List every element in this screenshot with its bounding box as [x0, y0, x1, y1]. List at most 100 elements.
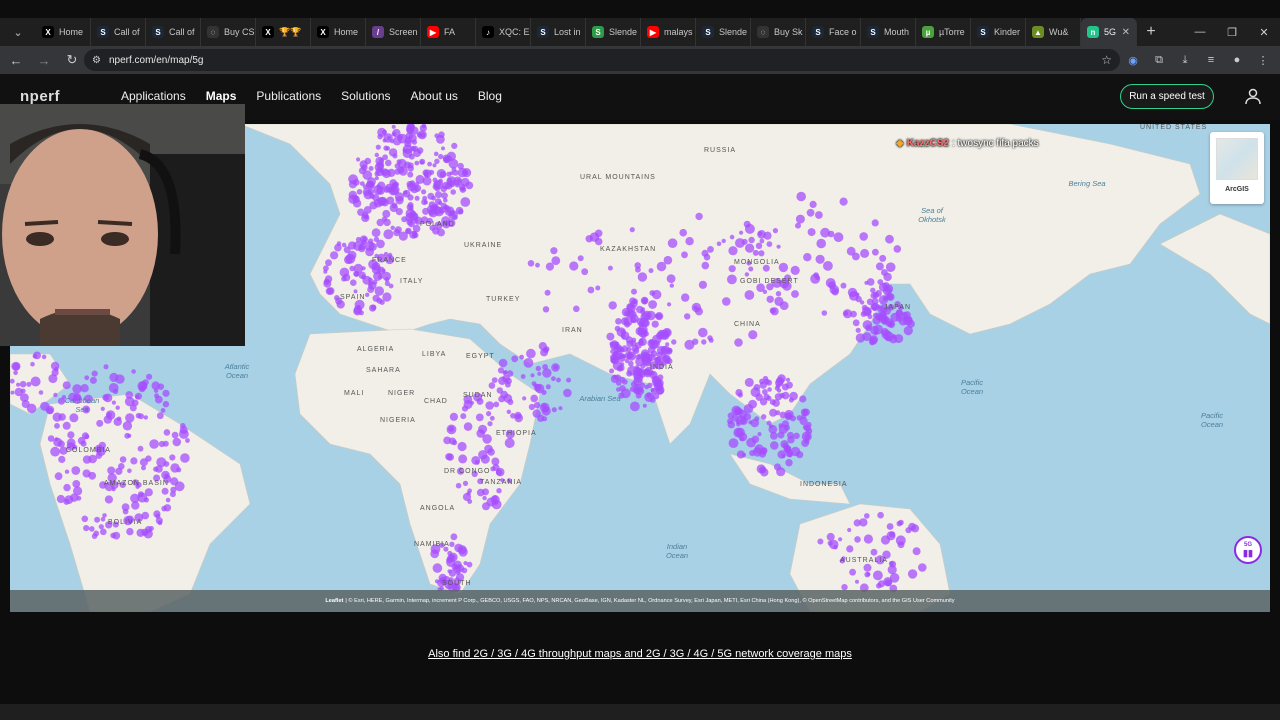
coverage-dot	[776, 388, 782, 393]
tab-search-button[interactable]: ⌄	[0, 18, 36, 46]
coverage-dot	[382, 271, 391, 281]
coverage-dot	[367, 177, 376, 186]
close-window-icon[interactable]: ✕	[1248, 18, 1280, 46]
coverage-dot	[727, 412, 735, 420]
coverage-dot	[893, 245, 902, 253]
nperf-logo[interactable]: nperf	[20, 88, 60, 105]
browser-tab[interactable]: ◌ Buy Sk	[751, 18, 806, 46]
coverage-maps-link[interactable]: Also find 2G / 3G / 4G throughput maps a…	[0, 648, 1280, 660]
leaflet-link[interactable]: Leaflet	[325, 598, 343, 604]
coverage-dot	[523, 358, 534, 368]
nav-about-us[interactable]: About us	[411, 89, 458, 103]
coverage-dot	[504, 438, 515, 448]
nav-applications[interactable]: Applications	[121, 89, 186, 103]
browser-tab[interactable]: ▲ Wu&	[1026, 18, 1081, 46]
stream-chat-overlay: ◆ KazzCS2 : twosync fifa packs	[896, 138, 1039, 149]
profile-icon[interactable]: ●	[1226, 48, 1248, 72]
media-icon[interactable]: ≡	[1200, 48, 1222, 72]
browser-tab[interactable]: ◌ Buy CS	[201, 18, 256, 46]
minimize-icon[interactable]: —	[1184, 18, 1216, 46]
coverage-dot	[484, 444, 493, 454]
browser-tab[interactable]: X Home	[36, 18, 91, 46]
nav-maps[interactable]: Maps	[206, 89, 237, 103]
forward-icon[interactable]: →	[32, 48, 56, 72]
coverage-dot	[799, 395, 807, 403]
coverage-dot	[641, 297, 648, 304]
back-icon[interactable]: ←	[4, 48, 28, 72]
basemap-switcher[interactable]: ArcGIS	[1210, 132, 1264, 204]
coverage-dot	[449, 412, 458, 421]
browser-tab[interactable]: S Call of	[91, 18, 146, 46]
close-tab-icon[interactable]: ✕	[1122, 27, 1130, 38]
coverage-dot	[462, 492, 472, 502]
browser-tab[interactable]: S Slende	[696, 18, 751, 46]
coverage-dot	[774, 393, 783, 401]
restore-icon[interactable]: ❐	[1216, 18, 1248, 46]
coverage-dot	[615, 380, 622, 386]
address-bar[interactable]: ⚙ nperf.com/en/map/5g ☆	[84, 49, 1120, 71]
coverage-dot	[452, 214, 458, 220]
browser-toolbar: ← → ↻ ⚙ nperf.com/en/map/5g ☆ ◉ ⧉ ⤓ ≡ ● …	[0, 46, 1280, 74]
browser-tab[interactable]: X Home	[311, 18, 366, 46]
coverage-dot	[376, 184, 381, 189]
extension-icon[interactable]: ◉	[1122, 48, 1144, 72]
coverage-dot	[353, 307, 362, 316]
menu-icon[interactable]: ⋮	[1252, 48, 1274, 72]
coverage-dot	[69, 413, 79, 423]
nav-solutions[interactable]: Solutions	[341, 89, 390, 103]
browser-tab[interactable]: S Kinder	[971, 18, 1026, 46]
browser-tab[interactable]: S Slende	[586, 18, 641, 46]
coverage-dot	[56, 494, 65, 504]
coverage-dot	[866, 278, 875, 286]
tab-favicon-icon: /	[372, 26, 384, 38]
browser-tab[interactable]: / Screen	[366, 18, 421, 46]
browser-tab[interactable]: S Face o	[806, 18, 861, 46]
browser-tab[interactable]: X 🏆🏆	[256, 18, 311, 46]
coverage-dot	[885, 262, 896, 272]
browser-tab[interactable]: S Call of	[146, 18, 201, 46]
extensions-puzzle-icon[interactable]: ⧉	[1148, 48, 1170, 72]
bookmark-star-icon[interactable]: ☆	[1101, 53, 1112, 67]
browser-tab[interactable]: n 5G ✕	[1081, 18, 1137, 46]
coverage-dot	[617, 346, 624, 353]
5g-badge-icon[interactable]: 5G ▮▮	[1234, 536, 1262, 564]
coverage-dot	[431, 195, 436, 201]
coverage-dot	[651, 320, 659, 328]
coverage-dot	[650, 387, 655, 393]
new-tab-button[interactable]: +	[1137, 18, 1165, 46]
browser-tab[interactable]: S Lost in	[531, 18, 586, 46]
coverage-dot	[777, 450, 786, 459]
coverage-dot	[831, 288, 839, 296]
nav-blog[interactable]: Blog	[478, 89, 502, 103]
account-icon[interactable]	[1242, 85, 1264, 107]
download-icon[interactable]: ⤓	[1174, 48, 1196, 72]
reload-icon[interactable]: ↻	[60, 48, 84, 72]
coverage-dot	[728, 265, 736, 273]
browser-tab[interactable]: µ µTorre	[916, 18, 971, 46]
coverage-dot	[764, 378, 770, 385]
browser-tab[interactable]: ▶ FA	[421, 18, 476, 46]
coverage-dot	[759, 238, 765, 244]
coverage-dot	[482, 495, 487, 501]
browser-tab[interactable]: S Mouth	[861, 18, 916, 46]
coverage-dot	[729, 234, 735, 240]
coverage-dot	[864, 571, 870, 578]
coverage-dot	[703, 253, 711, 261]
site-info-icon[interactable]: ⚙	[92, 55, 101, 66]
tab-favicon-icon: S	[702, 26, 714, 38]
coverage-dot	[495, 467, 505, 477]
coverage-dot	[498, 395, 505, 403]
coverage-dot	[807, 228, 816, 237]
coverage-dot	[733, 407, 742, 416]
coverage-dot	[162, 440, 169, 447]
run-speed-test-button[interactable]: Run a speed test	[1120, 84, 1214, 109]
coverage-dot	[54, 472, 63, 481]
browser-tab[interactable]: ▶ malays	[641, 18, 696, 46]
nav-publications[interactable]: Publications	[256, 89, 321, 103]
browser-tab[interactable]: ♪ XQC: E	[476, 18, 531, 46]
map-label-ocean: Bering Sea	[1068, 179, 1106, 188]
bottom-bar	[0, 704, 1280, 720]
coverage-dot	[348, 174, 358, 185]
coverage-dot	[796, 191, 806, 202]
coverage-dot	[736, 450, 746, 459]
